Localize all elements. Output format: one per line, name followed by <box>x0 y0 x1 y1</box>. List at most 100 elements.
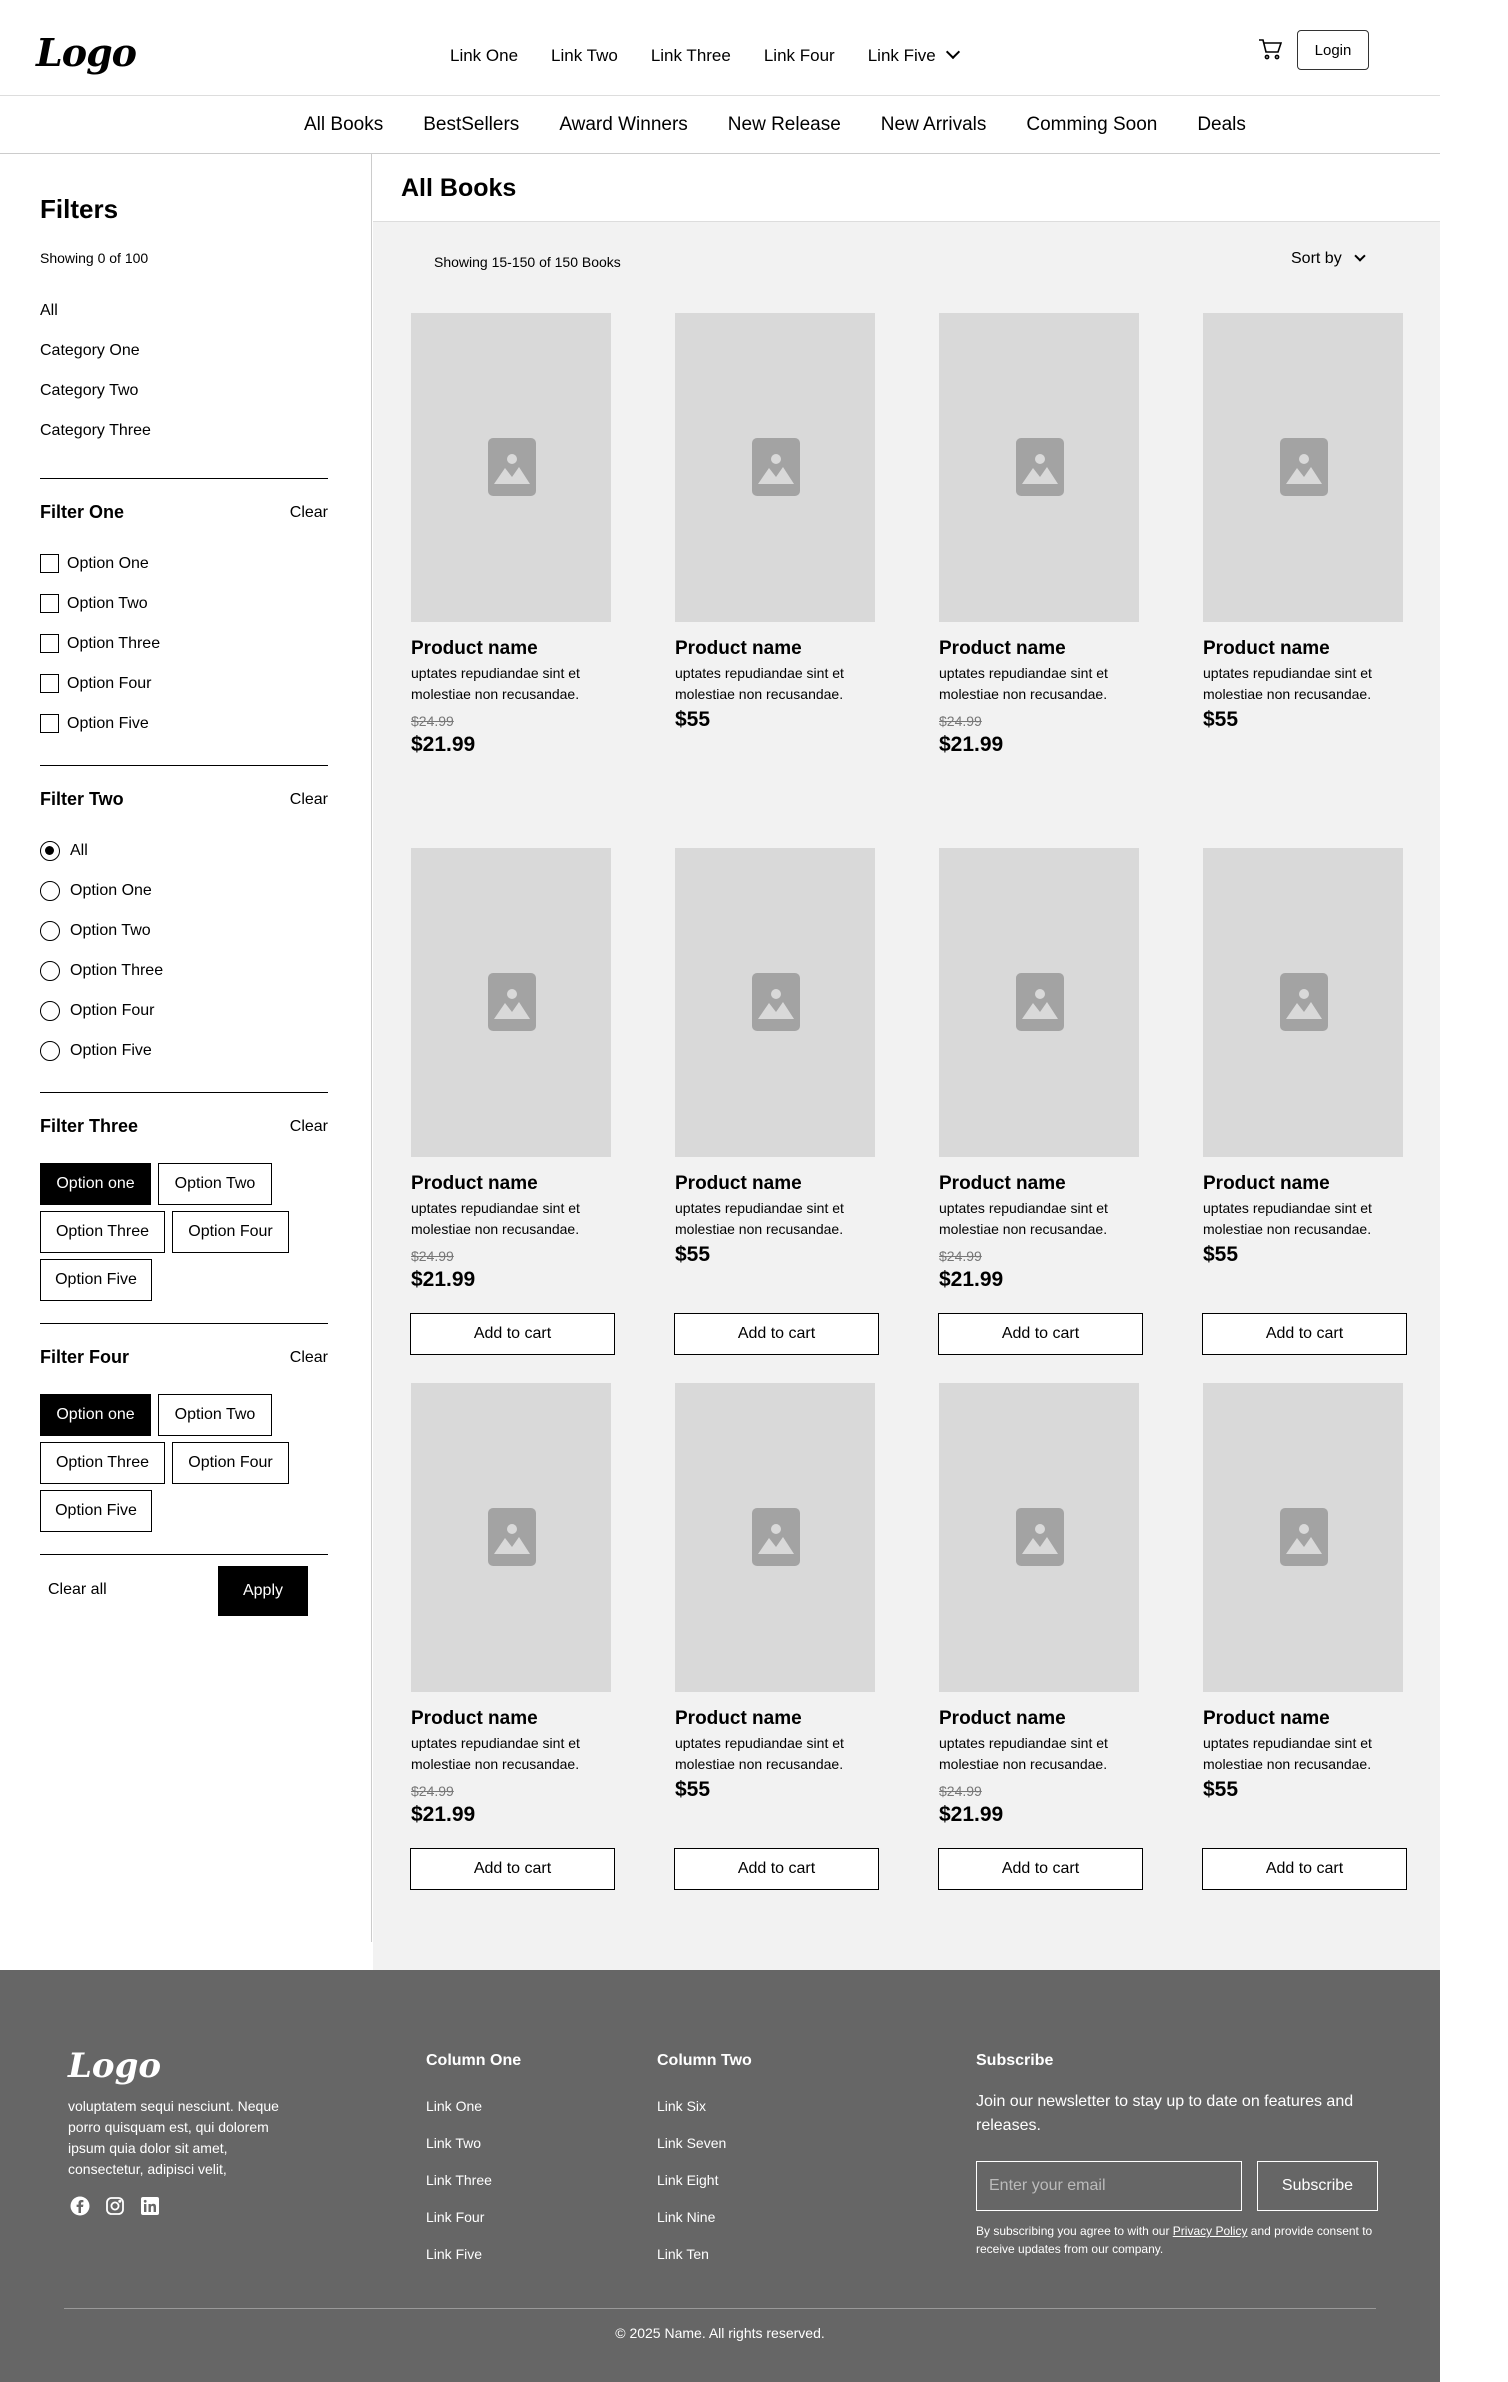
filter-three-chip-option-two[interactable]: Option Two <box>158 1163 272 1205</box>
category-tab-new-arrivals[interactable]: New Arrivals <box>881 114 987 136</box>
sidebar-category-one[interactable]: Category One <box>40 342 140 360</box>
linkedin-icon[interactable] <box>140 2196 160 2216</box>
add-to-cart-button[interactable]: Add to cart <box>1202 1848 1407 1890</box>
product-image[interactable] <box>411 1383 611 1692</box>
filter-one-option-three[interactable]: Option Three <box>40 634 160 653</box>
filter-three-chip-option-three[interactable]: Option Three <box>40 1211 165 1253</box>
radio[interactable] <box>40 1001 60 1021</box>
product-image[interactable] <box>1203 313 1403 622</box>
footer-link[interactable]: Link Two <box>426 2135 481 2151</box>
nav-link-one[interactable]: Link One <box>450 46 518 66</box>
radio-selected[interactable] <box>40 841 60 861</box>
product-image[interactable] <box>675 313 875 622</box>
footer-logo[interactable]: Logo <box>68 2046 161 2086</box>
footer-link[interactable]: Link Four <box>426 2209 484 2225</box>
apply-button[interactable]: Apply <box>218 1566 308 1616</box>
subscribe-button[interactable]: Subscribe <box>1257 2161 1378 2211</box>
footer-link[interactable]: Link Eight <box>657 2172 718 2188</box>
product-image[interactable] <box>939 313 1139 622</box>
checkbox[interactable] <box>40 554 59 573</box>
instagram-icon[interactable] <box>105 2196 125 2216</box>
footer-link[interactable]: Link Six <box>657 2098 706 2114</box>
nav-link-five-dropdown[interactable]: Link Five <box>868 44 960 66</box>
product-name[interactable]: Product name <box>1203 1708 1330 1730</box>
category-tab-bestsellers[interactable]: BestSellers <box>423 114 519 136</box>
filter-two-clear-button[interactable]: Clear <box>290 791 328 809</box>
facebook-icon[interactable] <box>70 2196 90 2216</box>
checkbox[interactable] <box>40 714 59 733</box>
product-name[interactable]: Product name <box>939 638 1066 660</box>
product-name[interactable]: Product name <box>675 1708 802 1730</box>
nav-link-two[interactable]: Link Two <box>551 46 618 66</box>
filter-two-option-five[interactable]: Option Five <box>40 1041 152 1061</box>
nav-link-four[interactable]: Link Four <box>764 46 835 66</box>
radio[interactable] <box>40 961 60 981</box>
checkbox[interactable] <box>40 674 59 693</box>
product-image[interactable] <box>939 848 1139 1157</box>
sidebar-category-all[interactable]: All <box>40 302 58 320</box>
footer-link[interactable]: Link Seven <box>657 2135 726 2151</box>
filter-one-clear-button[interactable]: Clear <box>290 504 328 522</box>
filter-one-option-four[interactable]: Option Four <box>40 674 151 693</box>
category-tab-all-books[interactable]: All Books <box>304 114 383 136</box>
filter-two-option-four[interactable]: Option Four <box>40 1001 154 1021</box>
product-name[interactable]: Product name <box>411 1173 538 1195</box>
logo[interactable]: Logo <box>36 30 137 75</box>
product-image[interactable] <box>411 848 611 1157</box>
privacy-policy-link[interactable]: Privacy Policy <box>1173 2224 1248 2238</box>
filter-four-chip-option-four[interactable]: Option Four <box>172 1442 289 1484</box>
product-name[interactable]: Product name <box>411 1708 538 1730</box>
category-tab-comming-soon[interactable]: Comming Soon <box>1026 114 1157 136</box>
radio[interactable] <box>40 921 60 941</box>
product-image[interactable] <box>411 313 611 622</box>
add-to-cart-button[interactable]: Add to cart <box>1202 1313 1407 1355</box>
product-name[interactable]: Product name <box>1203 638 1330 660</box>
footer-link[interactable]: Link Five <box>426 2246 482 2262</box>
product-image[interactable] <box>675 848 875 1157</box>
add-to-cart-button[interactable]: Add to cart <box>938 1848 1143 1890</box>
filter-one-option-one[interactable]: Option One <box>40 554 149 573</box>
sidebar-category-three[interactable]: Category Three <box>40 422 151 440</box>
filter-three-chip-option-five[interactable]: Option Five <box>40 1259 152 1301</box>
category-tab-award-winners[interactable]: Award Winners <box>559 114 687 136</box>
category-tab-deals[interactable]: Deals <box>1197 114 1246 136</box>
product-image[interactable] <box>1203 1383 1403 1692</box>
filter-three-clear-button[interactable]: Clear <box>290 1118 328 1136</box>
filter-four-chip-option-three[interactable]: Option Three <box>40 1442 165 1484</box>
product-name[interactable]: Product name <box>675 1173 802 1195</box>
filter-two-option-three[interactable]: Option Three <box>40 961 163 981</box>
filter-one-option-two[interactable]: Option Two <box>40 594 148 613</box>
email-input[interactable] <box>976 2161 1242 2211</box>
add-to-cart-button[interactable]: Add to cart <box>674 1313 879 1355</box>
product-name[interactable]: Product name <box>1203 1173 1330 1195</box>
category-tab-new-release[interactable]: New Release <box>728 114 841 136</box>
add-to-cart-button[interactable]: Add to cart <box>938 1313 1143 1355</box>
filter-four-chip-option-two[interactable]: Option Two <box>158 1394 272 1436</box>
product-image[interactable] <box>675 1383 875 1692</box>
filter-four-clear-button[interactable]: Clear <box>290 1349 328 1367</box>
filter-two-option-two[interactable]: Option Two <box>40 921 151 941</box>
footer-link[interactable]: Link Three <box>426 2172 492 2188</box>
add-to-cart-button[interactable]: Add to cart <box>410 1848 615 1890</box>
login-button[interactable]: Login <box>1297 30 1369 70</box>
filter-two-option-all[interactable]: All <box>40 841 88 861</box>
product-image[interactable] <box>939 1383 1139 1692</box>
product-name[interactable]: Product name <box>939 1708 1066 1730</box>
filter-two-option-one[interactable]: Option One <box>40 881 152 901</box>
filter-three-chip-option-four[interactable]: Option Four <box>172 1211 289 1253</box>
product-name[interactable]: Product name <box>939 1173 1066 1195</box>
add-to-cart-button[interactable]: Add to cart <box>410 1313 615 1355</box>
sort-dropdown[interactable]: Sort by <box>1291 250 1366 268</box>
filter-four-chip-option-five[interactable]: Option Five <box>40 1490 152 1532</box>
radio[interactable] <box>40 1041 60 1061</box>
filter-four-chip-option-one[interactable]: Option one <box>40 1394 151 1436</box>
footer-link[interactable]: Link Ten <box>657 2246 709 2262</box>
sidebar-category-two[interactable]: Category Two <box>40 382 138 400</box>
add-to-cart-button[interactable]: Add to cart <box>674 1848 879 1890</box>
product-name[interactable]: Product name <box>411 638 538 660</box>
nav-link-three[interactable]: Link Three <box>651 46 731 66</box>
checkbox[interactable] <box>40 634 59 653</box>
footer-link[interactable]: Link One <box>426 2098 482 2114</box>
cart-icon[interactable] <box>1258 38 1282 60</box>
filter-one-option-five[interactable]: Option Five <box>40 714 149 733</box>
